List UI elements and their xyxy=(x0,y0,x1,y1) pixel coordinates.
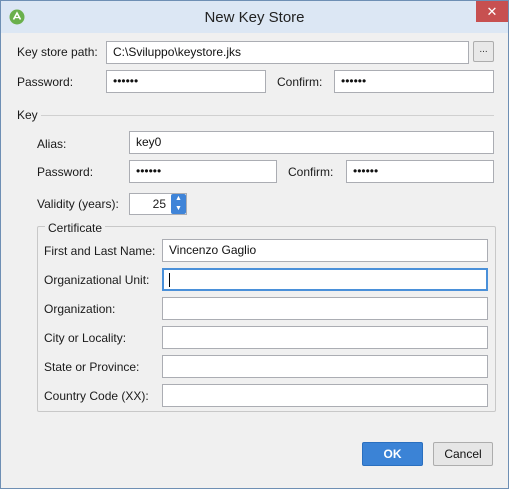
key-password-label: Password: xyxy=(37,165,94,179)
cancel-button[interactable]: Cancel xyxy=(433,442,493,466)
spinner-up-icon[interactable]: ▲ xyxy=(171,194,186,204)
state-field[interactable] xyxy=(162,355,488,378)
keystore-path-field[interactable]: C:\Sviluppo\keystore.jks xyxy=(106,41,469,64)
country-code-label: Country Code (XX): xyxy=(44,389,149,403)
org-unit-field[interactable] xyxy=(162,268,488,291)
browse-button[interactable]: ... xyxy=(473,41,494,62)
first-last-name-label: First and Last Name: xyxy=(44,244,156,258)
text-caret xyxy=(169,272,170,287)
keystore-path-label: Key store path: xyxy=(17,45,98,59)
organization-label: Organization: xyxy=(44,302,116,316)
keystore-password-label: Password: xyxy=(17,75,74,89)
key-confirm-field[interactable]: •••••• xyxy=(346,160,494,183)
key-section-label: Key xyxy=(17,108,38,122)
keystore-password-field[interactable]: •••••• xyxy=(106,70,266,93)
state-label: State or Province: xyxy=(44,360,140,374)
spinner-down-icon[interactable]: ▼ xyxy=(171,204,186,214)
alias-label: Alias: xyxy=(37,137,67,151)
org-unit-label: Organizational Unit: xyxy=(44,273,150,287)
title-bar[interactable]: New Key Store ✕ xyxy=(1,1,508,33)
key-section-divider xyxy=(41,115,494,116)
key-password-field[interactable]: •••••• xyxy=(129,160,277,183)
certificate-group-label: Certificate xyxy=(45,221,106,235)
organization-field[interactable] xyxy=(162,297,488,320)
city-field[interactable] xyxy=(162,326,488,349)
validity-value[interactable]: 25 xyxy=(130,194,170,214)
validity-spinner[interactable]: 25 ▲ ▼ xyxy=(129,193,187,215)
window-title: New Key Store xyxy=(204,9,305,26)
ok-button[interactable]: OK xyxy=(362,442,423,466)
first-last-name-field[interactable]: Vincenzo Gaglio xyxy=(162,239,488,262)
dialog-window: New Key Store ✕ Key store path: C:\Svilu… xyxy=(0,0,509,489)
keystore-confirm-field[interactable]: •••••• xyxy=(334,70,494,93)
close-button[interactable]: ✕ xyxy=(476,1,508,22)
validity-label: Validity (years): xyxy=(37,197,119,211)
keystore-confirm-label: Confirm: xyxy=(277,75,323,89)
alias-field[interactable]: key0 xyxy=(129,131,494,154)
city-label: City or Locality: xyxy=(44,331,127,345)
country-code-field[interactable] xyxy=(162,384,488,407)
key-confirm-label: Confirm: xyxy=(288,165,334,179)
spinner-buttons[interactable]: ▲ ▼ xyxy=(171,194,186,214)
dialog-content: Key store path: C:\Sviluppo\keystore.jks… xyxy=(1,33,508,488)
